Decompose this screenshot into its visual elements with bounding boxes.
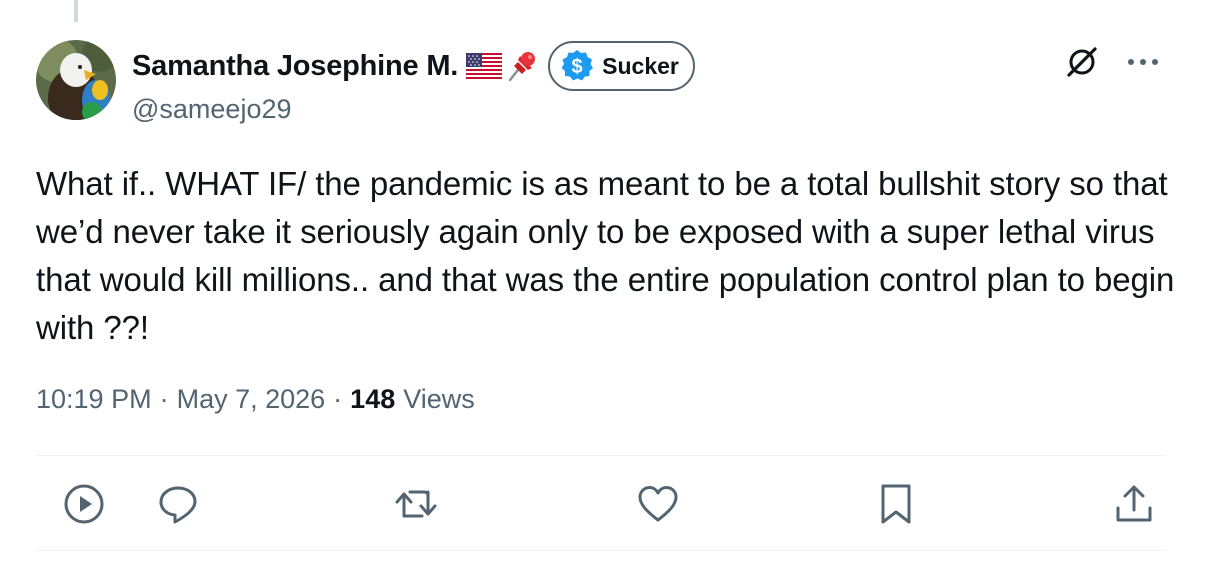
reply-button[interactable] [156,482,200,526]
views-label[interactable]: Views [403,384,475,415]
share-button[interactable] [1112,482,1156,526]
author-display-name[interactable]: Samantha Josephine M. [132,50,458,83]
tweet-text: What if.. WHAT IF/ the pandemic is as me… [36,165,1184,346]
like-button[interactable] [636,482,680,526]
meta-separator: · [333,384,343,414]
subscription-badge[interactable]: $ Sucker [548,41,695,91]
us-flag-icon [466,53,503,79]
views-count[interactable]: 148 [350,384,395,415]
tweet: Samantha Josephine M. $ Sucker @sameejo2… [0,0,1206,568]
svg-text:$: $ [572,56,583,78]
divider [36,550,1166,551]
avatar[interactable] [36,40,116,120]
action-bar [36,460,1166,546]
bookmark-icon [874,482,918,526]
view-icon [62,482,106,526]
divider [36,455,1166,456]
author-row: Samantha Josephine M. $ Sucker [132,40,695,92]
badge-label: Sucker [602,52,679,79]
tweet-date[interactable]: May 7, 2026 [177,384,326,415]
like-icon [636,482,680,526]
reply-icon [156,482,200,526]
share-icon [1112,482,1156,526]
bookmark-button[interactable] [874,482,918,526]
tweet-meta: 10:19 PM · May 7, 2026 · 148 Views [36,384,475,415]
pushpin-icon [506,50,538,82]
view-button[interactable] [62,482,106,526]
tweet-time[interactable]: 10:19 PM [36,384,152,415]
retweet-button[interactable] [394,482,438,526]
top-actions [1064,44,1160,80]
dollar-icon: $ [560,49,594,83]
grok-icon[interactable] [1064,44,1100,80]
thread-line [74,0,78,22]
retweet-icon [394,482,438,526]
more-icon[interactable] [1126,57,1160,67]
meta-separator: · [159,384,169,414]
author-handle[interactable]: @sameejo29 [132,94,292,125]
